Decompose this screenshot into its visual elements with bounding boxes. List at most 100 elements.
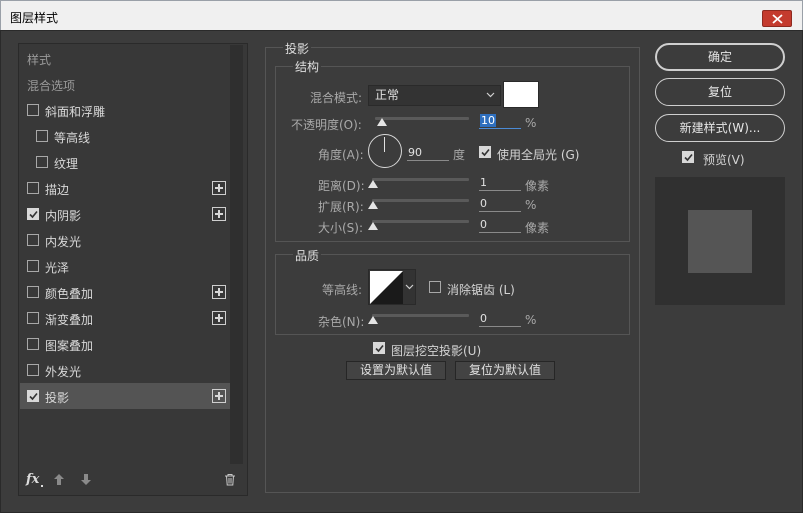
global-light-checkbox[interactable] xyxy=(479,146,491,158)
global-light-label[interactable]: 使用全局光 (G) xyxy=(497,146,579,163)
distance-label: 距离(D): xyxy=(318,179,365,193)
checkmark-icon xyxy=(375,344,384,353)
style-checkbox[interactable] xyxy=(27,286,39,298)
style-list-item[interactable]: 内阴影 xyxy=(20,201,230,227)
spread-unit: % xyxy=(525,198,537,212)
style-list-item[interactable]: 混合选项 xyxy=(20,71,230,97)
style-list-item[interactable]: 颜色叠加 xyxy=(20,279,230,305)
spread-input[interactable]: 0 xyxy=(479,196,521,212)
window-title: 图层样式 xyxy=(10,11,59,25)
add-instance-icon[interactable] xyxy=(212,181,226,195)
size-label: 大小(S): xyxy=(318,221,364,235)
add-instance-icon[interactable] xyxy=(212,389,226,403)
new-style-label: 新建样式(W)... xyxy=(679,121,761,135)
angle-dial[interactable] xyxy=(368,134,402,168)
size-slider-track[interactable] xyxy=(372,220,469,223)
style-list-item[interactable]: 光泽 xyxy=(20,253,230,279)
style-list-item[interactable]: 投影 xyxy=(20,383,230,409)
style-list-item-label: 渐变叠加 xyxy=(45,313,94,327)
fx-button[interactable]: fx xyxy=(26,472,39,487)
size-slider-thumb[interactable] xyxy=(368,222,378,230)
style-list-item-label: 纹理 xyxy=(54,157,79,171)
noise-slider-thumb[interactable] xyxy=(368,316,378,324)
opacity-unit: % xyxy=(525,116,537,130)
angle-value: 90 xyxy=(408,146,422,159)
opacity-slider-track[interactable] xyxy=(375,117,469,120)
style-list-item[interactable]: 图案叠加 xyxy=(20,331,230,357)
spread-slider-thumb[interactable] xyxy=(368,201,378,209)
reset-button[interactable]: 复位 xyxy=(655,78,785,106)
style-list-scrollbar[interactable] xyxy=(230,45,243,464)
style-checkbox[interactable] xyxy=(36,130,48,142)
style-list-item-label: 等高线 xyxy=(54,131,91,145)
contour-picker[interactable] xyxy=(368,269,416,305)
move-up-icon[interactable] xyxy=(53,473,65,486)
style-list-item[interactable]: 斜面和浮雕 xyxy=(20,97,230,123)
size-unit: 像素 xyxy=(525,221,550,235)
reset-default-button[interactable]: 复位为默认值 xyxy=(455,361,555,380)
add-instance-icon[interactable] xyxy=(212,285,226,299)
checkmark-icon xyxy=(684,153,693,162)
distance-input[interactable]: 1 xyxy=(479,175,521,191)
style-checkbox[interactable] xyxy=(27,182,39,194)
spread-slider-track[interactable] xyxy=(372,199,469,202)
shadow-color-swatch[interactable] xyxy=(503,81,539,108)
style-list-item-label: 斜面和浮雕 xyxy=(45,105,106,119)
noise-input[interactable]: 0 xyxy=(479,311,521,327)
opacity-value: 10 xyxy=(480,114,496,127)
style-list-item[interactable]: 描边 xyxy=(20,175,230,201)
style-list-item[interactable]: 外发光 xyxy=(20,357,230,383)
noise-slider-track[interactable] xyxy=(372,314,469,317)
spread-value: 0 xyxy=(480,197,487,210)
ok-button[interactable]: 确定 xyxy=(655,43,785,71)
contour-preview-icon xyxy=(370,271,403,304)
fx-dropdown-dot xyxy=(41,485,43,487)
distance-slider-thumb[interactable] xyxy=(368,180,378,188)
style-checkbox[interactable] xyxy=(36,156,48,168)
style-list-item[interactable]: 渐变叠加 xyxy=(20,305,230,331)
antialias-checkbox[interactable] xyxy=(429,281,441,293)
angle-label: 角度(A): xyxy=(318,148,364,162)
distance-slider-track[interactable] xyxy=(372,178,469,181)
trash-icon[interactable] xyxy=(224,473,236,486)
preview-label[interactable]: 预览(V) xyxy=(703,151,745,168)
preview-checkbox[interactable] xyxy=(682,151,694,163)
opacity-input[interactable]: 10 xyxy=(479,113,521,129)
spread-label: 扩展(R): xyxy=(318,200,364,214)
style-list-item[interactable]: 样式 xyxy=(20,45,230,71)
add-instance-icon[interactable] xyxy=(212,207,226,221)
opacity-slider-thumb[interactable] xyxy=(377,118,387,126)
style-checkbox[interactable] xyxy=(27,260,39,272)
style-checkbox[interactable] xyxy=(27,104,39,116)
add-instance-icon[interactable] xyxy=(212,311,226,325)
reset-label: 复位 xyxy=(707,85,732,99)
move-down-icon[interactable] xyxy=(80,473,92,486)
angle-input[interactable]: 90 xyxy=(407,145,449,161)
preview-swatch xyxy=(688,210,752,273)
style-checkbox[interactable] xyxy=(27,234,39,246)
style-list-item-label: 样式 xyxy=(27,53,52,67)
new-style-button[interactable]: 新建样式(W)... xyxy=(655,114,785,142)
size-value: 0 xyxy=(480,218,487,231)
style-list-item[interactable]: 等高线 xyxy=(20,123,230,149)
style-checkbox[interactable] xyxy=(27,364,39,376)
blend-mode-select[interactable]: 正常 xyxy=(368,85,501,106)
make-default-button[interactable]: 设置为默认值 xyxy=(346,361,446,380)
style-list-item-label: 光泽 xyxy=(45,261,70,275)
style-checkbox[interactable] xyxy=(27,390,39,402)
knockout-label[interactable]: 图层挖空投影(U) xyxy=(391,342,481,359)
style-list-item[interactable]: 内发光 xyxy=(20,227,230,253)
knockout-checkbox[interactable] xyxy=(373,342,385,354)
contour-label: 等高线: xyxy=(322,283,363,297)
blend-mode-label: 混合模式: xyxy=(310,91,363,105)
style-checkbox[interactable] xyxy=(27,312,39,324)
style-list-item-label: 颜色叠加 xyxy=(45,287,94,301)
style-checkbox[interactable] xyxy=(27,208,39,220)
close-button[interactable] xyxy=(762,10,792,27)
ok-label: 确定 xyxy=(707,50,732,64)
title-bar: 图层样式 xyxy=(0,0,803,30)
size-input[interactable]: 0 xyxy=(479,217,521,233)
style-list-item[interactable]: 纹理 xyxy=(20,149,230,175)
style-checkbox[interactable] xyxy=(27,338,39,350)
antialias-label[interactable]: 消除锯齿 (L) xyxy=(447,281,515,298)
